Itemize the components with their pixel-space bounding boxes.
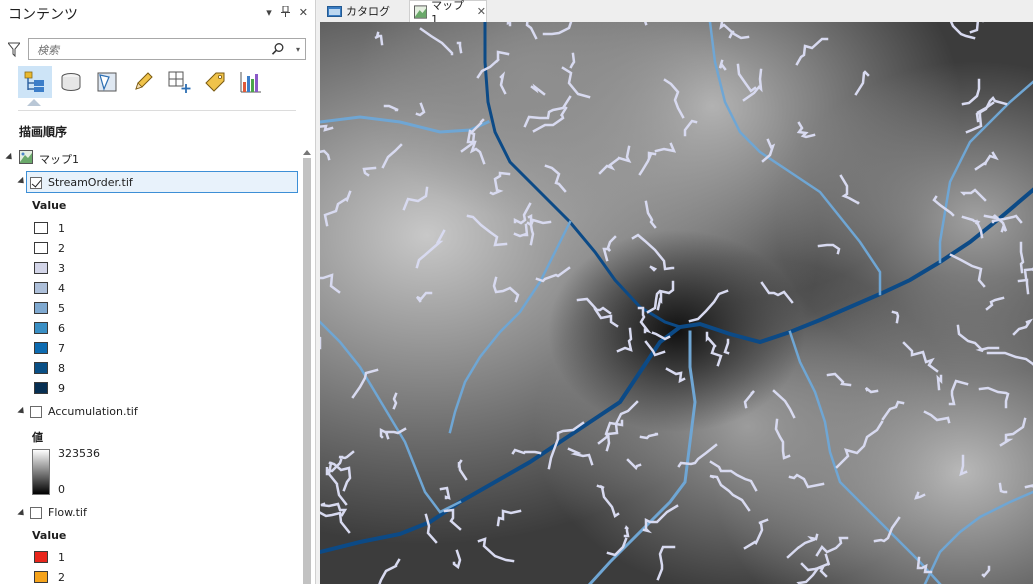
map-icon [19,150,33,164]
streamorder-legend-label: 6 [58,321,65,335]
layer-flow-visibility-checkbox[interactable] [30,507,42,519]
streamorder-legend-item[interactable]: 2 [34,238,65,258]
flow-legend-item[interactable]: 1 [34,547,65,567]
flow-legend-label: 2 [58,570,65,584]
tab-catalog-label: カタログ [346,5,390,18]
streamorder-legend-item[interactable]: 9 [34,378,65,398]
streamorder-legend-label: 3 [58,261,65,275]
tab-close-icon[interactable]: ✕ [477,5,486,18]
search-row: ▾ [6,38,308,62]
view-tab-bar: カタログ マップ1 ✕ [317,0,1033,26]
pane-close-button[interactable]: ✕ [299,6,308,20]
list-by-snapping-button[interactable] [162,66,196,98]
list-by-labeling-button[interactable] [198,66,232,98]
stream-segment [392,392,398,410]
contents-toolbar [18,66,270,102]
list-by-selection-icon [97,72,117,92]
streamorder-legend-swatch[interactable] [34,382,48,394]
search-options-dropdown-icon[interactable]: ▾ [296,45,300,54]
accumulation-color-ramp [32,449,50,495]
streamorder-legend-item[interactable]: 5 [34,298,65,318]
flow-legend-swatch[interactable] [34,571,48,583]
streamorder-legend-item[interactable]: 8 [34,358,65,378]
flow-legend-swatch[interactable] [34,551,48,563]
streamorder-legend-label: 8 [58,361,65,375]
flow-legend-label: 1 [58,550,65,564]
list-by-data-source-button[interactable] [54,66,88,98]
tab-map[interactable]: マップ1 ✕ [409,0,487,26]
snapping-grid-icon [168,71,191,93]
pane-title: コンテンツ [8,7,78,23]
map-tab-icon [414,4,428,19]
pin-icon [280,5,290,17]
bar-chart-icon [240,72,261,93]
layer-streamorder-legend-title: Value [32,199,67,212]
streamorder-legend-label: 7 [58,341,65,355]
layer-accumulation-name: Accumulation.tif [48,405,138,418]
streamorder-legend-swatch[interactable] [34,282,48,294]
streamorder-legend-swatch[interactable] [34,342,48,354]
layer-streamorder-visibility-checkbox[interactable] [30,177,42,189]
streamorder-legend-item[interactable]: 7 [34,338,65,358]
search-input[interactable] [35,41,269,59]
contents-tree: マップ1 StreamOrder.tif Value 1 2 3 4 5 6 7 8 9 Acc… [0,148,302,584]
streamorder-legend-swatch[interactable] [34,222,48,234]
layer-accumulation-visibility-checkbox[interactable] [30,406,42,418]
flow-legend-item[interactable]: 2 [34,567,65,584]
streamorder-legend-label: 2 [58,241,65,255]
search-icon[interactable] [271,42,285,56]
label-tag-icon [205,72,225,92]
tab-catalog[interactable]: カタログ [323,0,405,22]
streamorder-legend-item[interactable]: 3 [34,258,65,278]
streamorder-legend-item[interactable]: 1 [34,218,65,238]
streamorder-legend-label: 5 [58,301,65,315]
pane-pin-button[interactable] [280,5,290,20]
map-name: マップ1 [39,153,79,166]
scroll-up-arrow-icon[interactable] [302,148,312,156]
drawing-order-heading: 描画順序 [19,125,68,139]
accumulation-ramp-min: 0 [58,483,65,496]
map-view[interactable] [320,22,1033,584]
active-view-indicator [27,99,41,106]
scroll-thumb[interactable] [303,158,311,584]
streamorder-legend-item[interactable]: 6 [34,318,65,338]
catalog-icon [327,6,342,17]
collapse-arrow-icon[interactable] [5,152,15,163]
list-by-charts-button[interactable] [234,66,268,98]
layer-streamorder-name: StreamOrder.tif [48,176,133,189]
search-box[interactable]: ▾ [28,38,306,60]
layer-accumulation-legend-title: 値 [32,431,43,444]
stream-order-raster [320,22,1033,584]
streamorder-legend-swatch[interactable] [34,242,48,254]
streamorder-legend-swatch[interactable] [34,302,48,314]
list-by-drawing-order-icon [24,71,44,92]
list-by-data-source-icon [61,73,81,91]
contents-scrollbar[interactable] [302,148,312,584]
contents-pane: コンテンツ ▾ ✕ ▾ [0,0,316,584]
contents-pane-header: コンテンツ ▾ ✕ [0,0,316,28]
streamorder-legend-label: 4 [58,281,65,295]
layer-flow-collapse-icon[interactable] [17,508,27,519]
layer-accumulation-collapse-icon[interactable] [17,406,27,417]
streamorder-legend-swatch[interactable] [34,362,48,374]
layer-flow-name: Flow.tif [48,506,87,519]
pane-options-button[interactable]: ▾ [266,6,272,20]
list-by-editing-button[interactable] [126,66,160,98]
pencil-icon [135,72,153,90]
streamorder-legend-swatch[interactable] [34,322,48,334]
list-by-selection-button[interactable] [90,66,124,98]
accumulation-ramp-max: 323536 [58,447,100,460]
filter-icon[interactable] [8,42,20,58]
streamorder-legend-swatch[interactable] [34,262,48,274]
list-by-drawing-order-button[interactable] [18,66,52,98]
streamorder-legend-label: 1 [58,221,65,235]
streamorder-legend-item[interactable]: 4 [34,278,65,298]
streamorder-legend-label: 9 [58,381,65,395]
layer-flow-legend-title: Value [32,529,67,542]
